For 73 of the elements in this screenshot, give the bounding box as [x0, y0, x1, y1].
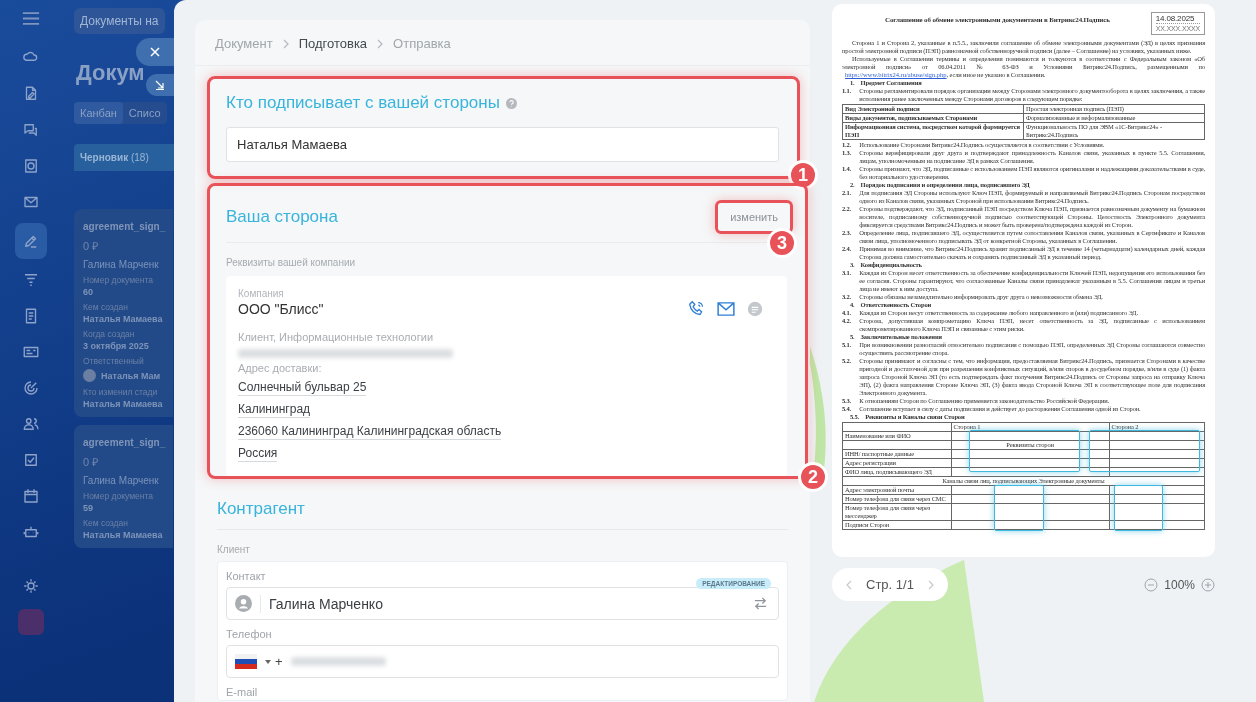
minimize-button[interactable] — [146, 74, 174, 96]
menu-icon[interactable] — [22, 12, 40, 25]
signer-field[interactable]: Наталья Мамаева — [226, 127, 779, 162]
field-value: 60 — [83, 287, 93, 297]
user-icon — [235, 595, 252, 612]
field-label: Номер документа — [83, 275, 153, 285]
checkbox-icon — [22, 451, 40, 469]
people-icon — [22, 415, 40, 433]
phone-field[interactable]: + — [226, 645, 779, 678]
section-title: Кто подписывает с вашей стороны — [226, 93, 500, 113]
app-tile-icon — [18, 609, 44, 635]
filter-icon — [22, 271, 40, 289]
card-title: agreement_sign_ — [83, 221, 166, 232]
contact-field[interactable]: Галина Марченко — [226, 587, 779, 620]
sidebar-item[interactable] — [15, 223, 47, 259]
calendar-icon — [22, 487, 40, 505]
signature-field-frame[interactable] — [1088, 429, 1200, 472]
field-label: Кто изменил стади — [83, 387, 158, 397]
card-sum: 0 ₽ — [83, 455, 99, 469]
minimize-icon — [155, 80, 165, 90]
card-sum: 0 ₽ — [83, 239, 99, 253]
phone-icon[interactable] — [688, 300, 705, 317]
field-label: Адрес доставки: — [238, 362, 322, 374]
zoom-level: 100% — [1164, 577, 1195, 592]
card-client: Галина Марченк — [83, 475, 159, 486]
section-subtitle: Клиент — [217, 544, 250, 555]
field-label: Кем создан — [83, 302, 128, 312]
search-chip[interactable]: Документы на — [74, 8, 165, 34]
swap-arrows-icon[interactable] — [753, 596, 768, 611]
breadcrumb-step[interactable]: Подготовка — [298, 36, 368, 51]
target-icon — [22, 379, 40, 397]
company-type: Клиент, Информационные технологии — [238, 331, 434, 343]
card-title: agreement_sign_ — [83, 437, 166, 448]
field-value: Наталья Мамаева — [83, 530, 163, 540]
address-line[interactable]: 236060 Калининград Калининградская область — [238, 424, 502, 440]
chevron-right-icon — [282, 38, 289, 49]
page-indicator: Стр. 1/1 — [866, 577, 914, 592]
field-label: Когда создан — [83, 329, 135, 339]
field-label: E-mail — [226, 686, 259, 698]
signature-field-frame[interactable] — [994, 484, 1044, 531]
callout-number: 1 — [788, 160, 818, 190]
field-label: Кем создан — [83, 518, 128, 528]
caret-icon[interactable] — [265, 659, 271, 664]
field-value: 59 — [83, 503, 93, 513]
company-name[interactable]: ООО "Блисс" — [238, 301, 324, 317]
field-label: Компания — [238, 288, 284, 299]
callout-number: 2 — [798, 462, 828, 492]
mail-icon[interactable] — [717, 301, 735, 316]
field-value: Наталья Мам — [101, 370, 161, 381]
chevron-right-icon — [377, 38, 384, 49]
section-title: Контрагент — [217, 499, 305, 519]
close-button[interactable] — [136, 38, 174, 66]
field-label: Номер документа — [83, 491, 153, 501]
chat-icon — [22, 121, 40, 139]
field-value: 3 октября 2025 — [83, 341, 149, 351]
field-value: Наталья Мамаева — [83, 399, 163, 409]
address-line[interactable]: Калининград — [238, 402, 311, 418]
close-icon — [150, 47, 160, 57]
field-label: Телефон — [226, 628, 273, 640]
signature-field-frame[interactable] — [969, 429, 1080, 472]
callout-number: 3 — [767, 228, 797, 258]
field-value: Наталья Мамаева — [83, 314, 163, 324]
address-line[interactable]: Солнечный бульвар 25 — [238, 380, 367, 396]
field-label: Контакт — [226, 570, 267, 582]
section-subtitle: Реквизиты вашей компании — [226, 257, 357, 268]
avatar-icon — [83, 369, 96, 382]
page-title: Докум — [76, 60, 145, 86]
card-client: Галина Марченк — [83, 259, 159, 270]
address-line[interactable]: Россия — [238, 446, 278, 462]
signature-field-frame[interactable] — [1114, 484, 1164, 531]
field-label: Ответственный — [83, 356, 144, 366]
russia-flag-icon — [235, 654, 257, 669]
section-title: Ваша сторона — [226, 207, 338, 227]
